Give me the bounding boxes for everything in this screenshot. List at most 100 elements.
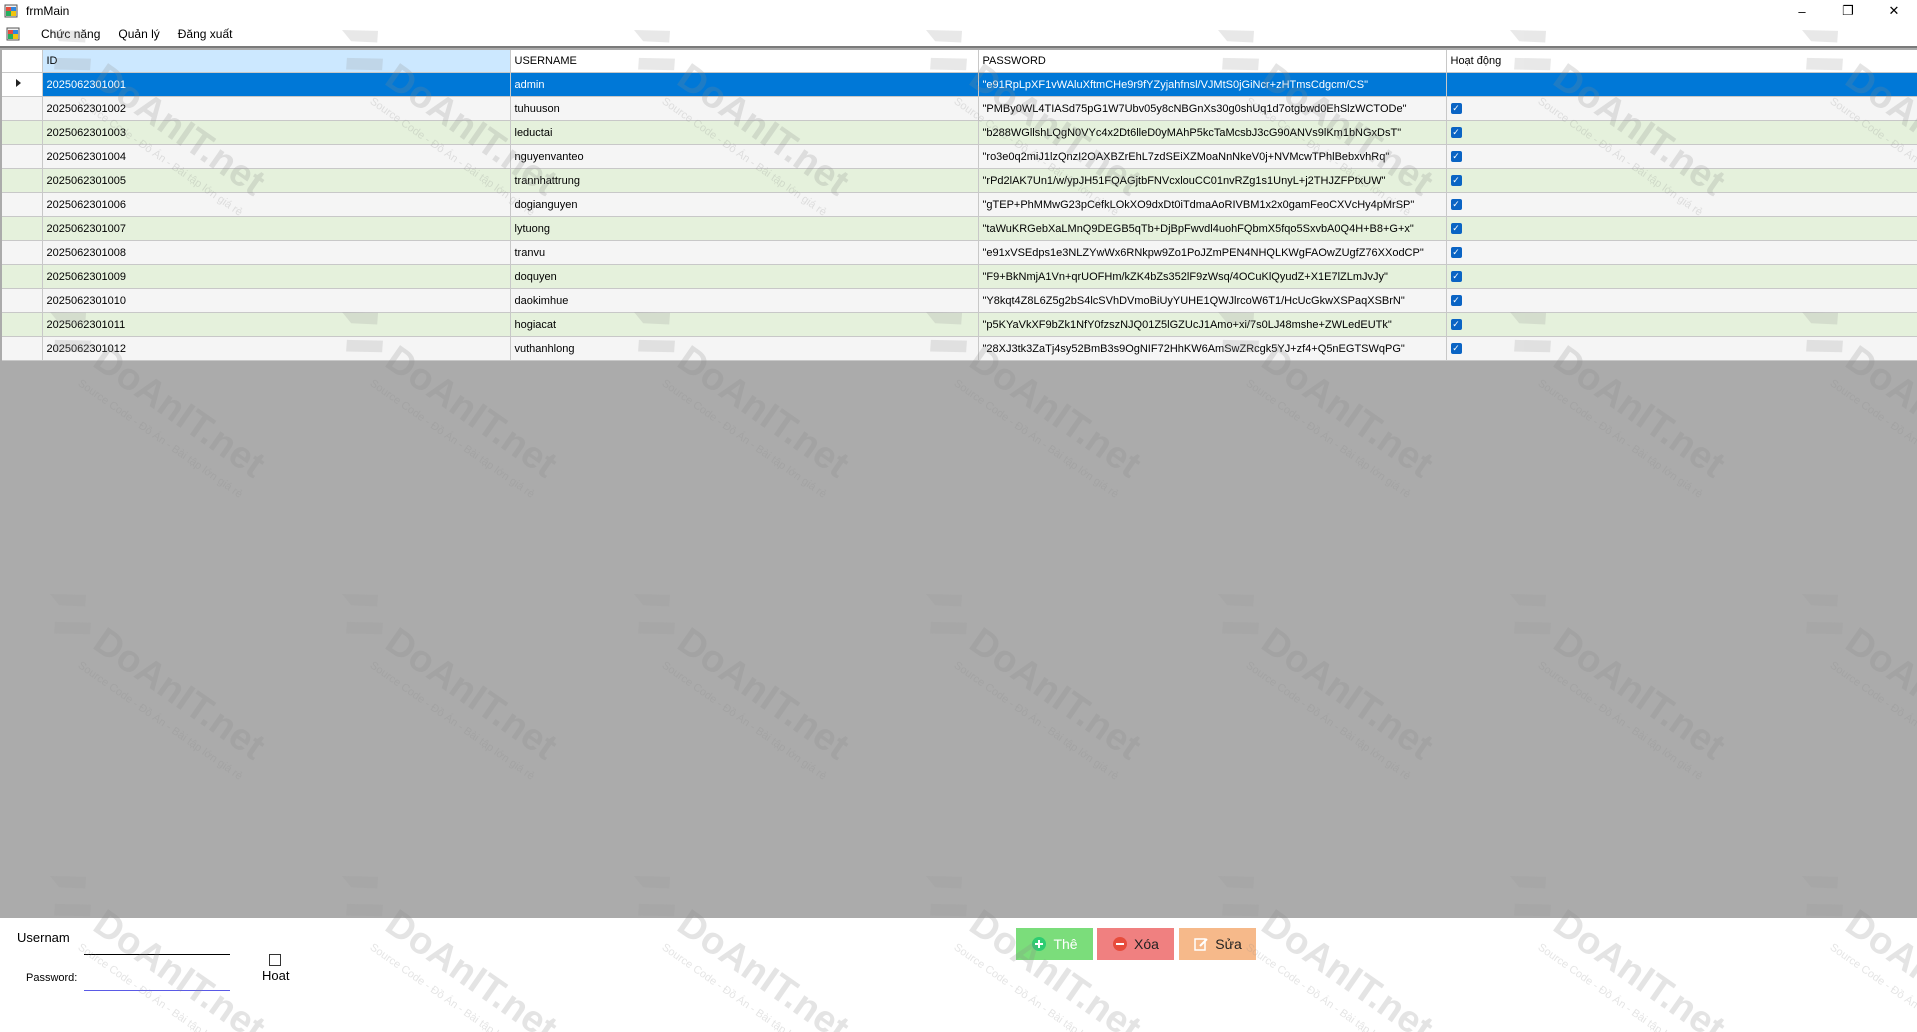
cell-active[interactable]: ✓	[1446, 336, 1917, 361]
mdi-child-icon[interactable]	[6, 27, 20, 41]
cell-id[interactable]: 2025062301001	[42, 72, 511, 97]
cell-password[interactable]: "Y8kqt4Z8L6Z5g2bS4lcSVhDVmoBiUyYUHE1QWJl…	[978, 288, 1447, 313]
cell-id[interactable]: 2025062301012	[42, 336, 511, 361]
cell-password[interactable]: "F9+BkNmjA1Vn+qrUOFHm/kZK4bZs352lF9zWsq/…	[978, 264, 1447, 289]
table-row[interactable]: 2025062301008 tranvu "e91xVSEdps1e3NLZYwWx…	[2, 240, 1917, 265]
edit-button[interactable]: Sửa	[1179, 928, 1256, 960]
cell-id[interactable]: 2025062301009	[42, 264, 511, 289]
cell-active[interactable]: ✓	[1446, 144, 1917, 169]
cell-active[interactable]: ✓	[1446, 168, 1917, 193]
active-checkbox-cell[interactable]: ✓	[1450, 319, 1462, 331]
cell-password[interactable]: "ro3e0q2miJ1lzQnzI2OAXBZrEhL7zdSEiXZMoaN…	[978, 144, 1447, 169]
cell-active[interactable]: ✓	[1446, 192, 1917, 217]
row-header[interactable]	[2, 120, 43, 145]
active-checkbox[interactable]	[269, 954, 281, 966]
row-header[interactable]	[2, 192, 43, 217]
table-row[interactable]: 2025062301004 nguyenvanteo "ro3e0q2miJ1lzQ…	[2, 144, 1917, 169]
row-header[interactable]	[2, 216, 43, 241]
cell-active[interactable]: ✓	[1446, 240, 1917, 265]
cell-password[interactable]: "e91xVSEdps1e3NLZYwWx6RNkpw9Zo1PoJZmPEN4…	[978, 240, 1447, 265]
active-checkbox-cell[interactable]: ✓	[1450, 271, 1462, 283]
table-row[interactable]: 2025062301002 tuhuuson "PMBy0WL4TIASd75pG1…	[2, 96, 1917, 121]
minimize-button[interactable]: –	[1779, 0, 1825, 22]
cell-id[interactable]: 2025062301008	[42, 240, 511, 265]
delete-button[interactable]: Xóa	[1097, 928, 1174, 960]
active-checkbox-cell[interactable]: ✓	[1450, 295, 1462, 307]
table-row[interactable]: 2025062301006 dogianguyen "gTEP+PhMMwG23pC…	[2, 192, 1917, 217]
cell-password[interactable]: "e91RpLpXF1vWAluXftmCHe9r9fYZyjahfnsl/VJ…	[978, 72, 1447, 97]
table-row[interactable]: 2025062301010 daokimhue "Y8kqt4Z8L6Z5g2bS4…	[2, 288, 1917, 313]
column-header-username[interactable]: USERNAME	[510, 50, 979, 73]
cell-active[interactable]: ✓	[1446, 120, 1917, 145]
cell-active[interactable]: ✓	[1446, 216, 1917, 241]
active-checkbox-cell[interactable]: ✓	[1450, 175, 1462, 187]
cell-password[interactable]: "PMBy0WL4TIASd75pG1W7Ubv05y8cNBGnXs30g0s…	[978, 96, 1447, 121]
cell-username[interactable]: daokimhue	[510, 288, 979, 313]
cell-id[interactable]: 2025062301010	[42, 288, 511, 313]
add-button[interactable]: Thê	[1016, 928, 1093, 960]
cell-password[interactable]: "p5KYaVkXF9bZk1NfY0fzszNJQ01Z5lGZUcJ1Amo…	[978, 312, 1447, 337]
row-header[interactable]	[2, 288, 43, 313]
active-checkbox-cell[interactable]: ✓	[1450, 199, 1462, 211]
user-datagrid[interactable]: ID USERNAME PASSWORD Hoạt động 202506230…	[0, 46, 1917, 918]
active-checkbox-cell[interactable]: ✓	[1450, 223, 1462, 235]
username-input[interactable]	[84, 954, 230, 955]
row-header[interactable]	[2, 336, 43, 361]
menu-quan-ly[interactable]: Quản lý	[109, 27, 168, 41]
column-header-password[interactable]: PASSWORD	[978, 50, 1447, 73]
cell-username[interactable]: dogianguyen	[510, 192, 979, 217]
row-header[interactable]	[2, 168, 43, 193]
table-row[interactable]: 2025062301003 leductai "b288WGllshLQgN0VYc…	[2, 120, 1917, 145]
active-checkbox-cell[interactable]: ✓	[1450, 103, 1462, 115]
row-header[interactable]	[2, 312, 43, 337]
cell-username[interactable]: tranvu	[510, 240, 979, 265]
cell-id[interactable]: 2025062301007	[42, 216, 511, 241]
cell-active[interactable]: ✓	[1446, 264, 1917, 289]
cell-id[interactable]: 2025062301005	[42, 168, 511, 193]
active-checkbox-cell[interactable]: ✓	[1450, 343, 1462, 355]
password-input[interactable]	[84, 990, 230, 991]
cell-username[interactable]: lytuong	[510, 216, 979, 241]
corner-header[interactable]	[2, 50, 43, 73]
cell-username[interactable]: admin	[510, 72, 979, 97]
cell-username[interactable]: trannhattrung	[510, 168, 979, 193]
cell-password[interactable]: "gTEP+PhMMwG23pCefkLOkXO9dxDt0iTdmaAoRIV…	[978, 192, 1447, 217]
table-row[interactable]: 2025062301001 admin "e91RpLpXF1vWAluXftmCH…	[2, 72, 1917, 97]
cell-active[interactable]: ✓	[1446, 312, 1917, 337]
cell-password[interactable]: "28XJ3tk3ZaTj4sy52BmB3s9OgNIF72HhKW6AmSw…	[978, 336, 1447, 361]
row-header[interactable]	[2, 96, 43, 121]
maximize-button[interactable]: ❐	[1825, 0, 1871, 22]
menu-chuc-nang[interactable]: Chức năng	[32, 27, 109, 41]
cell-active[interactable]: ✓	[1446, 288, 1917, 313]
cell-id[interactable]: 2025062301004	[42, 144, 511, 169]
active-checkbox-cell[interactable]: ✓	[1450, 127, 1462, 139]
cell-active[interactable]: ✓	[1446, 96, 1917, 121]
cell-password[interactable]: "rPd2lAK7Un1/w/ypJH51FQAGjtbFNVcxlouCC01…	[978, 168, 1447, 193]
cell-username[interactable]: doquyen	[510, 264, 979, 289]
table-row[interactable]: 2025062301011 hogiacat "p5KYaVkXF9bZk1NfY0…	[2, 312, 1917, 337]
cell-password[interactable]: "b288WGllshLQgN0VYc4x2Dt6lleD0yMAhP5kcTa…	[978, 120, 1447, 145]
row-header[interactable]	[2, 240, 43, 265]
row-header[interactable]	[2, 72, 43, 97]
table-row[interactable]: 2025062301009 doquyen "F9+BkNmjA1Vn+qrUOFH…	[2, 264, 1917, 289]
active-checkbox-cell[interactable]: ✓	[1450, 151, 1462, 163]
cell-id[interactable]: 2025062301003	[42, 120, 511, 145]
cell-username[interactable]: tuhuuson	[510, 96, 979, 121]
cell-id[interactable]: 2025062301011	[42, 312, 511, 337]
active-checkbox-cell[interactable]: ✓	[1450, 247, 1462, 259]
row-header[interactable]	[2, 144, 43, 169]
cell-username[interactable]: leductai	[510, 120, 979, 145]
row-header[interactable]	[2, 264, 43, 289]
close-button[interactable]: ✕	[1871, 0, 1917, 22]
menu-dang-xuat[interactable]: Đăng xuất	[169, 27, 242, 41]
table-row[interactable]: 2025062301012 vuthanhlong "28XJ3tk3ZaTj4sy…	[2, 336, 1917, 361]
column-header-id[interactable]: ID	[42, 50, 511, 73]
cell-username[interactable]: hogiacat	[510, 312, 979, 337]
table-row[interactable]: 2025062301005 trannhattrung "rPd2lAK7Un1/w…	[2, 168, 1917, 193]
cell-password[interactable]: "taWuKRGebXaLMnQ9DEGB5qTb+DjBpFwvdl4uohF…	[978, 216, 1447, 241]
cell-id[interactable]: 2025062301006	[42, 192, 511, 217]
cell-id[interactable]: 2025062301002	[42, 96, 511, 121]
cell-active[interactable]	[1446, 72, 1917, 97]
table-row[interactable]: 2025062301007 lytuong "taWuKRGebXaLMnQ9DEG…	[2, 216, 1917, 241]
cell-username[interactable]: vuthanhlong	[510, 336, 979, 361]
